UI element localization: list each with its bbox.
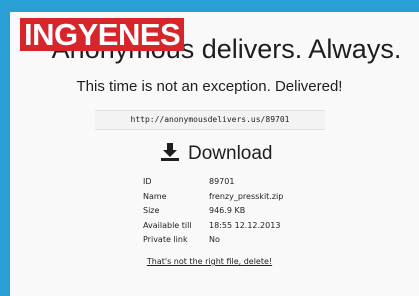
info-row: ID 89701: [143, 175, 283, 190]
info-key: Name: [143, 191, 167, 201]
download-label: Download: [188, 143, 273, 164]
info-key: ID: [143, 177, 152, 186]
download-icon: [160, 142, 180, 166]
info-key: Size: [143, 206, 160, 215]
info-row: Private link No: [143, 233, 283, 248]
info-value: 89701: [209, 177, 235, 186]
subline: This time is not an exception. Delivered…: [76, 78, 343, 95]
file-info-table: ID 89701 Name frenzy_presskit.zip Size 9…: [143, 175, 283, 248]
download-button[interactable]: Download: [160, 140, 273, 168]
info-value: No: [209, 235, 220, 244]
info-key: Private link: [143, 235, 188, 244]
file-url[interactable]: http://anonymousdelivers.us/89701: [95, 110, 325, 130]
info-value: frenzy_presskit.zip: [209, 191, 284, 201]
info-row: Available till 18:55 12.12.2013: [143, 219, 283, 234]
ingyenes-badge: INGYENES: [20, 18, 185, 51]
info-value: 18:55 12.12.2013: [209, 220, 281, 230]
delete-link[interactable]: That's not the right file, delete!: [0, 257, 419, 266]
info-row: Name frenzy_presskit.zip: [143, 190, 283, 205]
info-key: Available till: [143, 220, 192, 230]
info-row: Size 946.9 KB: [143, 204, 283, 219]
info-value: 946.9 KB: [209, 206, 246, 215]
